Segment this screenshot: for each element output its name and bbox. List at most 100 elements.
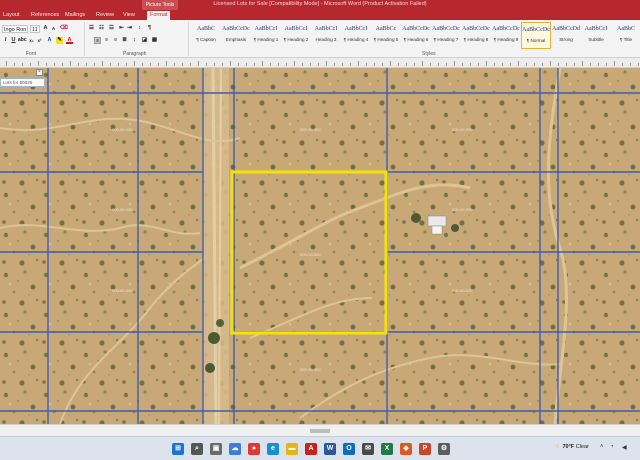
edge-icon[interactable]: e (267, 443, 279, 455)
tab-mailings[interactable]: Mailings (62, 11, 88, 20)
underline-icon[interactable]: U (10, 37, 17, 44)
tab-layout[interactable]: Layout (0, 11, 23, 20)
style-preview: AaBbCcI (584, 26, 608, 32)
style-heading-1[interactable]: AaBbCcI ¶ Heading 1 (251, 22, 281, 49)
style-name: ¶ Heading 4 (343, 37, 369, 42)
ruler (0, 58, 640, 68)
style-strong[interactable]: AaBbCcDd Strong (551, 22, 581, 49)
ribbon: Ingo Ron 11 A A ⌫ I U abc x₂ x² A ✎ A Fo… (0, 20, 640, 58)
style-emphasis[interactable]: AaBbCcDc Emphasis (221, 22, 251, 49)
word-icon[interactable]: W (324, 443, 336, 455)
style-heading-7[interactable]: AaBbCcDc ¶ Heading 7 (431, 22, 461, 49)
chevron-up-icon[interactable]: ˄ (600, 444, 604, 450)
tab-view[interactable]: View (120, 11, 138, 20)
style-heading-4[interactable]: AaBbCcI ¶ Heading 4 (341, 22, 371, 49)
search-icon[interactable]: ⌕ (191, 443, 203, 455)
style-heading-9[interactable]: AaBbCcDc ¶ Heading 9 (491, 22, 521, 49)
shrink-font-icon[interactable]: A (50, 25, 57, 32)
multilevel-list-icon[interactable]: ☲ (108, 25, 115, 32)
style-name: ¶ Heading 7 (433, 37, 459, 42)
windows-taskbar: ⊞ ⌕ ▣ ☁ ● e ▬ A W O ✉ X ◆ P ⚙ ☾ 70°F Clear ˄ ◔ ◀ (0, 436, 640, 460)
aerial-map-image: 000-00-000 000-00-000 000-00-000 000-00-000… (0, 68, 640, 424)
font-name-box[interactable]: Ingo Ron (2, 25, 28, 33)
volume-icon[interactable]: ◀ (622, 444, 627, 451)
chrome-icon[interactable]: ● (248, 443, 260, 455)
style-preview: AaBbCcDc (462, 26, 490, 32)
style-name: Subtitle (588, 37, 604, 42)
parcel-label: 000-00-000 (112, 288, 133, 293)
tab-references[interactable]: References (28, 11, 62, 20)
bullets-icon[interactable]: ☰ (88, 25, 95, 32)
sort-icon[interactable]: ↕ (136, 25, 143, 32)
mail-icon[interactable]: ✉ (362, 443, 374, 455)
font-group-label: Font (26, 51, 37, 57)
style-name: ¶ Normal (526, 38, 546, 43)
grow-font-icon[interactable]: A (42, 25, 49, 32)
excel-icon[interactable]: X (381, 443, 393, 455)
weather-temp: 70°F (562, 444, 575, 450)
brave-icon[interactable]: ◆ (400, 443, 412, 455)
style-caption[interactable]: AaBbC ¶ Caption (191, 22, 221, 49)
decrease-indent-icon[interactable]: ⇤ (118, 25, 125, 32)
close-icon[interactable]: × (36, 69, 43, 76)
align-left-icon[interactable]: ≡ (94, 37, 101, 44)
show-marks-icon[interactable]: ¶ (146, 25, 153, 32)
styles-gallery: AaBbC ¶ Caption AaBbCcDc Emphasis AaBbCcI ¶ H… (191, 22, 640, 49)
style-preview: AaBbCcDc (432, 26, 460, 32)
strikethrough-icon[interactable]: abc (18, 37, 27, 44)
style-preview: AaBbCcI (284, 26, 308, 32)
network-icon[interactable]: ◔ (610, 444, 614, 450)
outlook-icon[interactable]: O (343, 443, 355, 455)
style-preview: AaBbC (617, 26, 635, 32)
justify-icon[interactable]: ≣ (121, 37, 128, 44)
file-explorer-icon[interactable]: ▬ (286, 443, 298, 455)
style-heading-3[interactable]: AaBbCcI Heading 3 (311, 22, 341, 49)
highlight-icon[interactable]: ✎ (56, 37, 63, 44)
ribbon-tabs: Layout References Mailings Review View F… (0, 10, 640, 20)
borders-icon[interactable]: ▦ (151, 37, 158, 44)
text-effects-icon[interactable]: A (46, 37, 53, 44)
weather-widget[interactable]: ☾ 70°F Clear (556, 444, 589, 450)
superscript-icon[interactable]: x² (36, 37, 43, 44)
style-preview: AaBbCcI (344, 26, 368, 32)
shading-icon[interactable]: ◪ (141, 37, 148, 44)
parcel-label: 000-00-000 (112, 127, 133, 132)
style-heading-6[interactable]: AaBbCcDc ¶ Heading 6 (401, 22, 431, 49)
clear-format-icon[interactable]: ⌫ (60, 25, 68, 32)
style-preview: AaBbC (197, 26, 215, 32)
style-heading-5[interactable]: AaBbCc ¶ Heading 5 (371, 22, 401, 49)
style-subtitle[interactable]: AaBbCcI Subtitle (581, 22, 611, 49)
task-view-icon[interactable]: ▣ (210, 443, 222, 455)
styles-group-label: Styles (422, 51, 436, 57)
style-preview: AaBbCcDc (402, 26, 430, 32)
align-center-icon[interactable]: ≡ (103, 37, 110, 44)
font-size-box[interactable]: 11 (30, 25, 40, 33)
windows-start-icon[interactable]: ⊞ (172, 443, 184, 455)
acrobat-icon[interactable]: A (305, 443, 317, 455)
style-name: ¶ Heading 8 (463, 37, 489, 42)
line-spacing-icon[interactable]: ↨ (131, 37, 138, 44)
italic-icon[interactable]: I (2, 37, 9, 44)
powerpoint-icon[interactable]: P (419, 443, 431, 455)
widgets-icon[interactable]: ☁ (229, 443, 241, 455)
style-preview: AaBbCc (375, 26, 397, 32)
style-normal[interactable]: AaBbCcDc ¶ Normal (521, 22, 551, 49)
tab-review[interactable]: Review (93, 11, 117, 20)
parcel-label: 000-00-000 (452, 207, 473, 212)
style-heading-2[interactable]: AaBbCcI ¶ Heading 2 (281, 22, 311, 49)
scrollbar-thumb[interactable] (310, 429, 330, 433)
numbering-icon[interactable]: ☷ (98, 25, 105, 32)
increase-indent-icon[interactable]: ⇥ (126, 25, 133, 32)
subscript-icon[interactable]: x₂ (28, 37, 35, 44)
tab-format[interactable]: Format (147, 11, 171, 20)
parcel-label: 000-00-000 (300, 367, 321, 372)
aerial-parcel-map[interactable]: 000-00-000 000-00-000 000-00-000 000-00-000… (0, 68, 640, 424)
horizontal-scrollbar[interactable] (0, 424, 640, 436)
settings-icon[interactable]: ⚙ (438, 443, 450, 455)
style-title[interactable]: AaBbC ¶ Title (611, 22, 640, 49)
style-heading-8[interactable]: AaBbCcDc ¶ Heading 8 (461, 22, 491, 49)
align-right-icon[interactable]: ≡ (112, 37, 119, 44)
parcel-search-box[interactable]: Lots for 50025 (0, 78, 45, 87)
font-color-icon[interactable]: A (66, 37, 73, 44)
style-preview: AaBbCcDd (552, 26, 580, 32)
